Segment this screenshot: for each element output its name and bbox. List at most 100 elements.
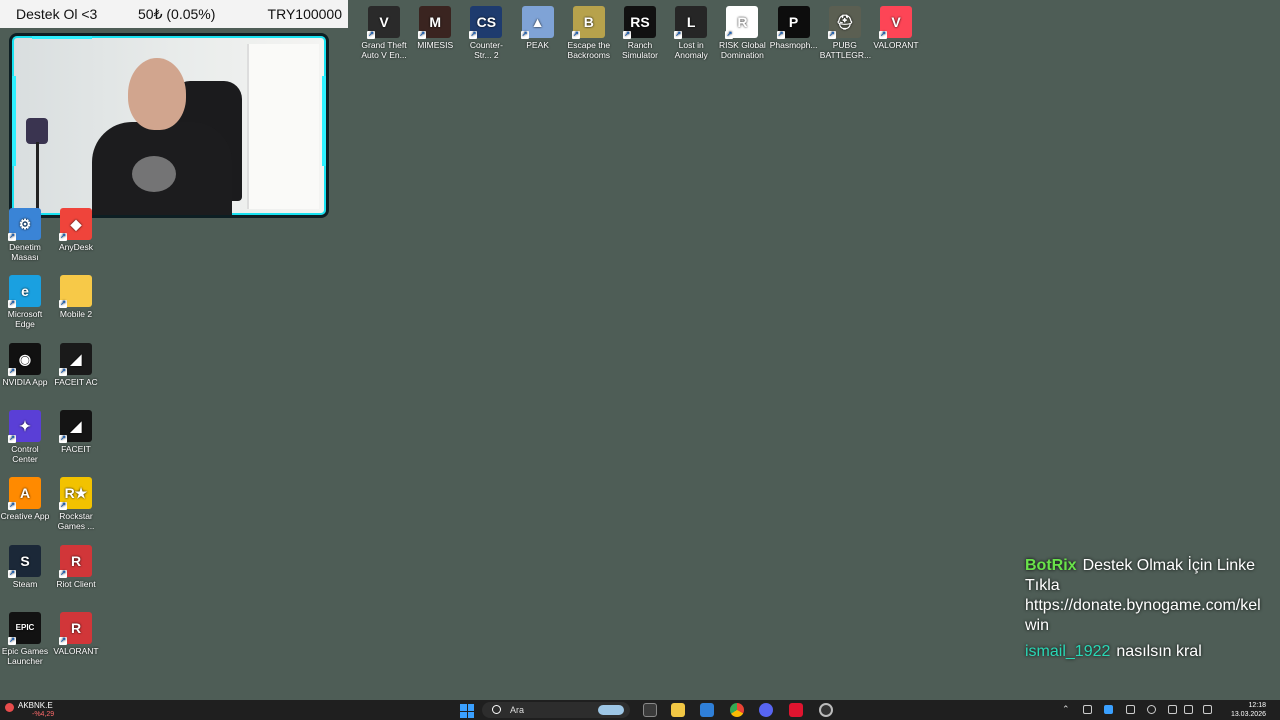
task-view-icon[interactable]	[643, 703, 657, 717]
desktop-icon[interactable]: R ↗ Riot Client	[51, 544, 101, 589]
taskbar-clock[interactable]: 12:18 13.03.2026	[1231, 701, 1266, 719]
desktop-icon[interactable]: ↗ Mobile 2	[51, 275, 101, 319]
icon-glyph: V	[891, 14, 901, 30]
shortcut-arrow-icon: ↗	[623, 31, 631, 39]
desktop-icon[interactable]: V ↗ VALORANT	[871, 6, 921, 50]
store-icon[interactable]	[700, 703, 714, 717]
desktop-icon[interactable]: B ↗ Escape the Backrooms	[564, 6, 614, 60]
search-highlight-art	[598, 705, 624, 715]
steam-icon: S ↗	[8, 544, 41, 578]
valorant-riot-icon: R ↗	[59, 611, 92, 645]
webcam-frame-accent	[32, 36, 92, 39]
desktop-icon-label: Counter-Str... 2	[469, 40, 503, 60]
desktop-icon[interactable]: ◆ ↗ AnyDesk	[51, 208, 101, 252]
desktop-icon[interactable]: V ↗ Grand Theft Auto V En...	[359, 6, 409, 60]
desktop-icon-label: Epic Games Launcher	[1, 645, 49, 666]
desktop-icon[interactable]: A ↗ Creative App	[0, 477, 50, 521]
chat-message: BotRix Destek Olmak İçin Linke Tıkla http…	[1025, 556, 1280, 636]
desktop-icon-label: PUBG BATTLEGR...	[819, 40, 872, 60]
desktop-icon[interactable]: P ↗ Phasmoph...	[769, 6, 819, 50]
desktop-icon[interactable]: EPIC ↗ Epic Games Launcher	[0, 611, 50, 666]
desktop-icon[interactable]: e ↗ Microsoft Edge	[0, 275, 50, 329]
tray-volume-icon[interactable]	[1184, 705, 1193, 714]
desktop-icon-label: AnyDesk	[58, 242, 93, 252]
desktop-icon[interactable]: ◢ ↗ FACEIT AC	[51, 342, 101, 387]
webcam-overlay	[9, 33, 329, 218]
desktop-icon[interactable]: L ↗ Lost in Anomaly	[666, 6, 716, 60]
ranch-simulator-icon: RS ↗	[623, 6, 656, 39]
tray-battery-icon[interactable]	[1126, 705, 1135, 714]
desktop-icon[interactable]: ◉ ↗ NVIDIA App	[0, 342, 50, 387]
icon-glyph: e	[21, 283, 29, 300]
faceit-icon: ◢ ↗	[59, 409, 92, 443]
desktop-icon-label: Steam	[12, 578, 38, 589]
shortcut-arrow-icon: ↗	[418, 31, 427, 39]
icon-glyph: M	[429, 14, 442, 30]
icon-glyph: L	[686, 14, 696, 30]
backrooms-icon: B ↗	[571, 6, 605, 39]
desktop-icon[interactable]: CS ↗ Counter-Str... 2	[461, 6, 511, 60]
chrome-icon[interactable]	[730, 703, 744, 717]
desktop-icon[interactable]: R ↗ RISK Global Domination	[717, 6, 767, 60]
edge-icon: e ↗	[8, 275, 41, 309]
counter-strike-icon: CS ↗	[469, 6, 503, 39]
desktop-icon[interactable]: ✦ ↗ Control Center	[0, 409, 50, 464]
shortcut-arrow-icon: ↗	[59, 367, 67, 376]
epic-games-icon: EPIC ↗	[8, 611, 41, 645]
desktop-icon-label: Ranch Simulator	[622, 40, 658, 60]
stock-ticker: AKBNK.E	[18, 701, 53, 710]
tray-display-icon[interactable]	[1168, 705, 1177, 714]
folder-icon: ↗	[59, 275, 92, 309]
desktop-icon-label: Microsoft Edge	[7, 309, 43, 330]
shortcut-arrow-icon: ↗	[8, 434, 16, 443]
obs-icon[interactable]	[819, 703, 833, 717]
peak-icon: ▲ ↗	[520, 6, 554, 39]
webcam-shirt-print	[132, 156, 176, 192]
mimesis-icon: M ↗	[418, 6, 452, 39]
icon-glyph: ⛑	[835, 14, 854, 30]
desktop-icon[interactable]: R★ ↗ Rockstar Games ...	[51, 477, 101, 531]
file-explorer-icon[interactable]	[671, 703, 685, 717]
icon-glyph: ◢	[70, 350, 82, 367]
desktop-icon[interactable]: RS ↗ Ranch Simulator	[615, 6, 665, 60]
desktop-icon[interactable]: ◢ ↗ FACEIT	[51, 409, 101, 454]
desktop-icon-label: Lost in Anomaly	[674, 40, 708, 60]
tray-overflow-icon[interactable]: ⌃	[1062, 705, 1071, 714]
icon-glyph: P	[788, 14, 799, 30]
desktop-icon-label: Rockstar Games ...	[57, 511, 95, 532]
tray-app-icon[interactable]	[1083, 705, 1092, 714]
discord-icon[interactable]	[759, 703, 773, 717]
desktop-icon[interactable]: S ↗ Steam	[0, 544, 50, 589]
shortcut-arrow-icon: ↗	[367, 31, 375, 39]
icon-glyph: V	[379, 14, 389, 30]
faceit-ac-icon: ◢ ↗	[59, 342, 92, 376]
icon-glyph: ✦	[19, 417, 31, 434]
nvidia-icon: ◉ ↗	[8, 342, 41, 376]
desktop-icon[interactable]: R ↗ VALORANT	[51, 611, 101, 656]
anomaly-icon: L ↗	[674, 6, 708, 39]
tray-shield-icon[interactable]	[1104, 705, 1113, 714]
app-red-icon[interactable]	[789, 703, 803, 717]
shortcut-arrow-icon: ↗	[8, 233, 16, 241]
shortcut-arrow-icon: ↗	[59, 569, 67, 578]
shortcut-arrow-icon: ↗	[8, 367, 16, 376]
stock-widget[interactable]: AKBNK.E -%4,29	[5, 701, 54, 719]
desktop-icon-label: Grand Theft Auto V En...	[361, 40, 407, 60]
control-center-icon: ✦ ↗	[8, 409, 41, 443]
desktop-icon[interactable]: M ↗ MIMESIS	[410, 6, 460, 50]
shortcut-arrow-icon: ↗	[59, 636, 67, 645]
webcam-frame-accent	[12, 76, 16, 166]
tray-microphone-icon[interactable]	[1147, 705, 1156, 714]
icon-glyph: R	[70, 619, 82, 636]
desktop-icon[interactable]: ▲ ↗ PEAK	[513, 6, 563, 50]
desktop-icon-label: VALORANT	[873, 40, 919, 50]
donation-goal-bar: Destek Ol <3 50₺ (0.05%) TRY100000	[0, 0, 348, 28]
start-button[interactable]	[460, 704, 474, 718]
tray-network-icon[interactable]	[1203, 705, 1212, 714]
desktop-icon[interactable]: ⚙ ↗ Denetim Masası	[0, 208, 50, 262]
icon-glyph: RS	[630, 14, 650, 30]
desktop-icon-label: NVIDIA App	[2, 376, 48, 387]
desktop-icon[interactable]: ⛑ ↗ PUBG BATTLEGR...	[819, 6, 872, 60]
taskbar-search-box[interactable]: Ara	[482, 702, 630, 718]
shortcut-arrow-icon: ↗	[674, 31, 683, 39]
